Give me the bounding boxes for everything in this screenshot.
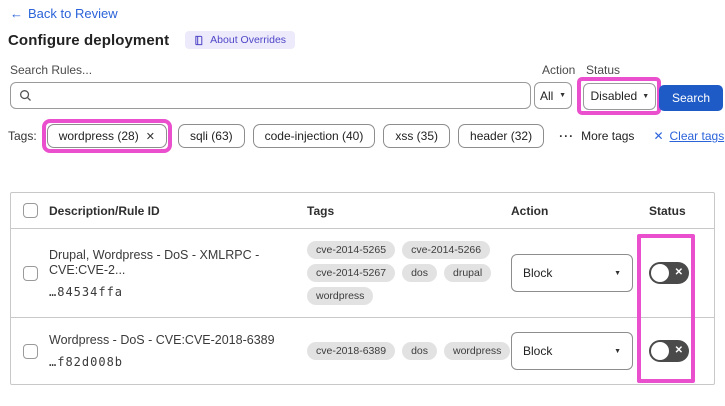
row-checkbox[interactable] <box>22 265 38 281</box>
page-title: Configure deployment <box>8 31 170 49</box>
rule-tags: cve-2014-5265 cve-2014-5266 cve-2014-526… <box>307 241 511 305</box>
rule-description: Drupal, Wordpress - DoS - XMLRPC - CVE:C… <box>49 247 260 277</box>
active-tag-highlight: wordpress (28) ✕ <box>41 119 172 153</box>
tag-pill-xss[interactable]: xss (35) <box>383 124 451 148</box>
action-dropdown-value: Block <box>523 344 553 358</box>
tag-pill-label: wordpress (28) <box>58 129 139 143</box>
action-filter-label: Action <box>542 63 576 77</box>
chevron-down-icon: ▼ <box>614 347 621 355</box>
column-header-action: Action <box>511 203 549 218</box>
status-filter-label: Status <box>586 63 621 77</box>
action-dropdown[interactable]: Block ▼ <box>511 254 633 292</box>
table-row: Wordpress - DoS - CVE:CVE-2018-6389 …f82… <box>11 318 714 384</box>
tag-pill-sqli[interactable]: sqli (63) <box>177 124 245 148</box>
toggle-off-icon: ✕ <box>674 345 683 356</box>
status-filter-highlight: Disabled ▼ <box>577 77 661 115</box>
column-header-status: Status <box>649 203 686 218</box>
rule-id: …84534ffa <box>49 284 124 299</box>
status-toggle[interactable]: ✕ <box>649 262 689 284</box>
clear-tags-label: Clear tags <box>669 129 725 143</box>
column-header-tags: Tags <box>307 203 335 218</box>
rule-tag: drupal <box>444 264 492 282</box>
tag-pill-label: sqli (63) <box>189 129 233 143</box>
rule-id: …f82d008b <box>49 355 124 369</box>
book-icon <box>195 35 203 45</box>
more-tags-label: More tags <box>581 129 635 143</box>
table-row: Drupal, Wordpress - DoS - XMLRPC - CVE:C… <box>11 229 714 318</box>
tag-pill-header[interactable]: header (32) <box>458 124 545 148</box>
tag-pill-wordpress[interactable]: wordpress (28) ✕ <box>46 124 167 148</box>
status-filter-dropdown[interactable]: Disabled ▼ <box>582 82 656 110</box>
more-tags-button[interactable]: ··· More tags <box>559 129 634 143</box>
rule-tag: cve-2018-6389 <box>307 342 396 360</box>
action-dropdown-value: Block <box>523 266 553 280</box>
search-button[interactable]: Search <box>659 85 723 111</box>
search-rules-label: Search Rules... <box>10 63 93 77</box>
row-checkbox[interactable] <box>22 343 38 359</box>
rule-tags: cve-2018-6389 dos wordpress <box>307 342 511 360</box>
search-rules-input[interactable] <box>38 88 522 103</box>
toggle-knob <box>651 264 669 282</box>
about-overrides-badge[interactable]: About Overrides <box>185 31 296 49</box>
action-dropdown[interactable]: Block ▼ <box>511 332 633 370</box>
tag-pill-label: header (32) <box>470 129 533 143</box>
rule-tag: dos <box>402 342 437 360</box>
clear-tags-link[interactable]: ✕ Clear tags <box>653 129 724 143</box>
back-to-review-link[interactable]: ← Back to Review <box>10 6 118 21</box>
chevron-down-icon: ▼ <box>614 269 621 277</box>
column-header-description: Description/Rule ID <box>49 203 160 218</box>
back-arrow-icon: ← <box>10 6 23 21</box>
status-toggle[interactable]: ✕ <box>649 340 689 362</box>
chevron-down-icon: ▼ <box>642 92 650 100</box>
rule-tag: wordpress <box>307 287 374 305</box>
tag-pill-label: code-injection (40) <box>264 129 364 143</box>
ellipsis-icon: ··· <box>559 129 575 143</box>
clear-icon: ✕ <box>653 129 664 143</box>
title-row: Configure deployment About Overrides <box>8 31 296 49</box>
toggle-off-icon: ✕ <box>674 267 683 278</box>
tags-label: Tags: <box>8 129 37 143</box>
tag-pill-label: xss (35) <box>395 129 439 143</box>
search-box[interactable] <box>10 82 531 109</box>
rule-description: Wordpress - DoS - CVE:CVE-2018-6389 <box>49 333 275 347</box>
rule-tag: dos <box>402 264 437 282</box>
rule-tag: wordpress <box>444 342 511 360</box>
about-overrides-label: About Overrides <box>210 34 287 46</box>
status-filter-value: Disabled <box>590 89 638 103</box>
action-filter-value: All <box>540 88 554 103</box>
table-header-row: Description/Rule ID Tags Action Status <box>11 193 714 229</box>
rule-tag: cve-2014-5267 <box>307 264 396 282</box>
chevron-down-icon: ▼ <box>559 92 566 99</box>
search-icon <box>20 90 31 101</box>
action-filter-dropdown[interactable]: All ▼ <box>534 82 572 109</box>
configure-deployment-page: ← Back to Review Configure deployment Ab… <box>0 0 725 406</box>
rule-tag: cve-2014-5266 <box>402 241 491 259</box>
toggle-knob <box>651 342 669 360</box>
remove-tag-icon[interactable]: ✕ <box>146 130 155 143</box>
select-all-checkbox[interactable] <box>22 203 38 218</box>
rule-tag: cve-2014-5265 <box>307 241 396 259</box>
rules-table: Description/Rule ID Tags Action Status D… <box>10 192 715 385</box>
tags-bar: Tags: wordpress (28) ✕ sqli (63) code-in… <box>8 118 724 154</box>
back-link-label: Back to Review <box>28 6 118 21</box>
tag-pill-code-injection[interactable]: code-injection (40) <box>252 124 376 148</box>
